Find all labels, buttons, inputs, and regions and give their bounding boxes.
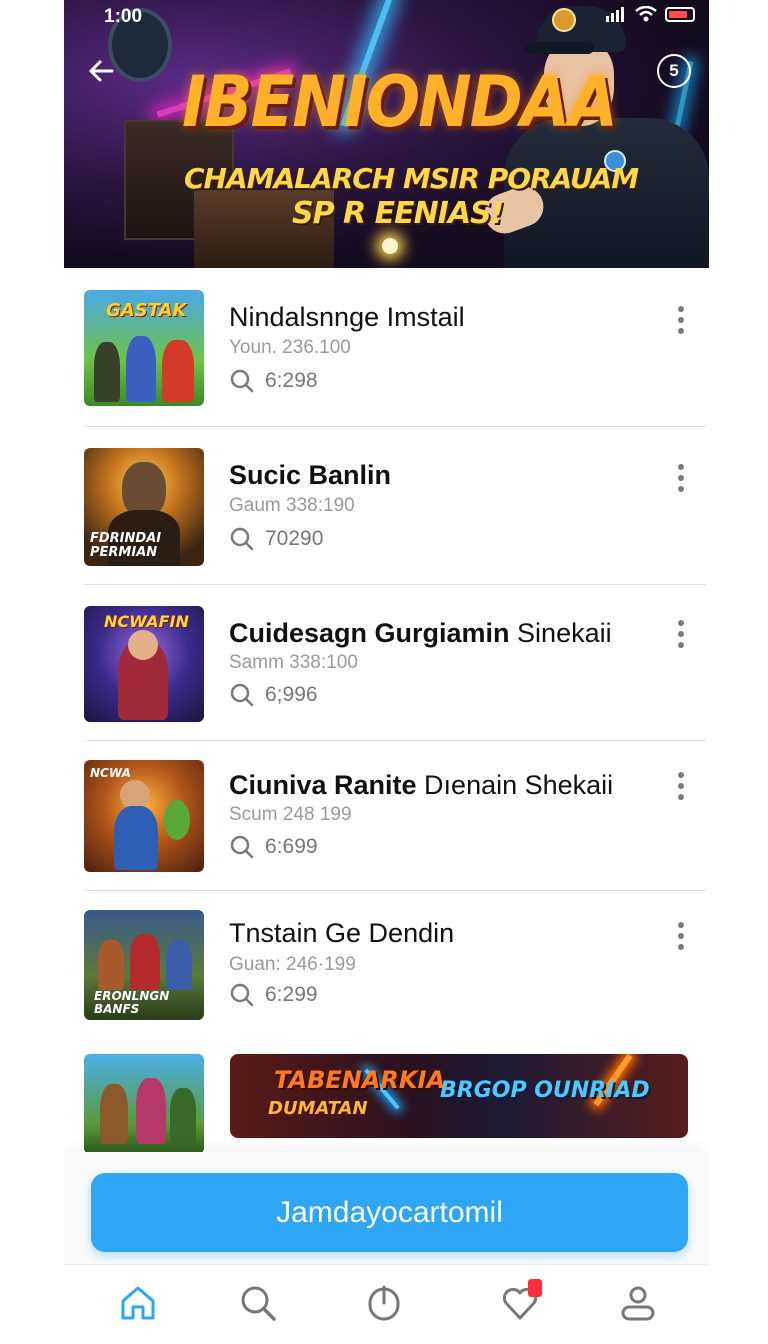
status-icons: [605, 6, 695, 22]
game-thumbnail: FDRINDAI PERMIAN: [84, 448, 204, 566]
cta-label: Jamdayocartomil: [276, 1195, 503, 1229]
thumbnail-label: NCWAFIN: [104, 612, 189, 631]
tab-profile[interactable]: [614, 1279, 662, 1327]
more-options-icon[interactable]: [676, 772, 686, 800]
more-options-icon[interactable]: [676, 464, 686, 492]
promo-title: TABENARKIA: [274, 1066, 446, 1094]
promo-banner[interactable]: TABENARKIA DUMATAN BRGOP OUNRIAD: [230, 1054, 688, 1138]
comment-count: 6;996: [229, 682, 318, 708]
primary-cta-button[interactable]: Jamdayocartomil: [91, 1173, 688, 1252]
power-icon: [368, 1285, 400, 1321]
hero-subtitle: CHAMALARCH MSIR PORAUAM: [184, 162, 639, 195]
game-title: Sucic Banlin: [229, 460, 392, 490]
hero-title: IBENIONDAA: [182, 62, 618, 144]
profile-icon: [621, 1286, 655, 1321]
promo-subtitle: DUMATAN: [268, 1098, 368, 1119]
comment-count: 6:699: [229, 834, 318, 860]
list-item[interactable]: FDRINDAI PERMIAN Sucic Banlin Gaum 338:1…: [84, 448, 706, 566]
game-title: Nindalsnnge Imstail: [229, 302, 465, 332]
timer-label: 5: [669, 61, 679, 80]
signal-icon: [606, 7, 624, 22]
search-icon: [230, 983, 254, 1007]
game-thumbnail: ERONLNGN BANFS: [84, 910, 204, 1020]
home-icon: [121, 1286, 155, 1320]
game-meta: Guan: 246·199: [229, 954, 356, 975]
comment-count: 6:298: [229, 368, 318, 394]
search-icon: [230, 683, 254, 707]
thumbnail-label: GASTAK: [106, 300, 187, 321]
hero-banner: IBENIONDAA CHAMALARCH MSIR PORAUAM SP R …: [64, 0, 709, 268]
comment-count: 6:299: [229, 982, 318, 1008]
list-item[interactable]: GASTAK Nindalsnnge Imstail Youn. 236.100…: [84, 290, 706, 408]
tab-power[interactable]: [360, 1279, 408, 1327]
game-meta: Youn. 236.100: [229, 337, 351, 358]
list-item[interactable]: NCWAFIN Cuidesagn Gurgiamin Sinekaii Sam…: [84, 606, 706, 722]
battery-icon: [665, 6, 695, 22]
game-meta: Samm 338:100: [229, 652, 358, 673]
divider: [84, 426, 706, 427]
arrow-left-icon: [89, 60, 114, 82]
list-item[interactable]: NCWA Ciuniva Ranite Dıenain Shekaii Scum…: [84, 760, 706, 872]
game-thumbnail: NCWAFIN: [84, 606, 204, 722]
game-meta: Gaum 338:190: [229, 495, 355, 516]
game-thumbnail: [84, 1054, 204, 1154]
thumbnail-label: FDRINDAI PERMIAN: [90, 531, 162, 560]
tab-favorites[interactable]: [496, 1279, 544, 1327]
tab-search[interactable]: [234, 1279, 282, 1327]
notification-badge: [528, 1279, 542, 1297]
hero-subtitle-2: SP R EENIAS!: [292, 196, 504, 231]
comment-count: 70290: [229, 526, 323, 552]
more-options-icon[interactable]: [676, 306, 686, 334]
thumbnail-label: ERONLNGN BANFS: [94, 989, 170, 1016]
search-icon: [230, 527, 254, 551]
search-icon: [230, 835, 254, 859]
search-icon: [241, 1286, 276, 1321]
game-meta: Scum 248 199: [229, 804, 352, 825]
divider: [84, 584, 706, 585]
timer-button[interactable]: 5: [657, 54, 691, 88]
game-title: Cuidesagn Gurgiamin Sinekaii: [229, 618, 612, 648]
divider: [84, 890, 706, 891]
bottom-tab-bar: [64, 1264, 709, 1344]
divider: [84, 740, 706, 741]
wifi-icon: [635, 6, 657, 22]
more-options-icon[interactable]: [676, 922, 686, 950]
search-icon: [230, 369, 254, 393]
game-title: Ciuniva Ranite Dıenain Shekaii: [229, 770, 614, 800]
tab-home[interactable]: [114, 1279, 162, 1327]
list-item[interactable]: ERONLNGN BANFS Tnstain Ge Dendin Guan: 2…: [84, 910, 706, 1020]
game-title: Tnstain Ge Dendin: [229, 918, 455, 948]
game-thumbnail: GASTAK: [84, 290, 204, 406]
status-time: 1:00: [104, 6, 143, 27]
more-options-icon[interactable]: [676, 620, 686, 648]
game-thumbnail: NCWA: [84, 760, 204, 872]
back-button[interactable]: [84, 54, 118, 88]
thumbnail-label: NCWA: [90, 766, 131, 780]
spark-light: [382, 238, 398, 254]
app-screen: IBENIONDAA CHAMALARCH MSIR PORAUAM SP R …: [64, 0, 709, 1344]
promo-tagline: BRGOP OUNRIAD: [440, 1078, 650, 1103]
